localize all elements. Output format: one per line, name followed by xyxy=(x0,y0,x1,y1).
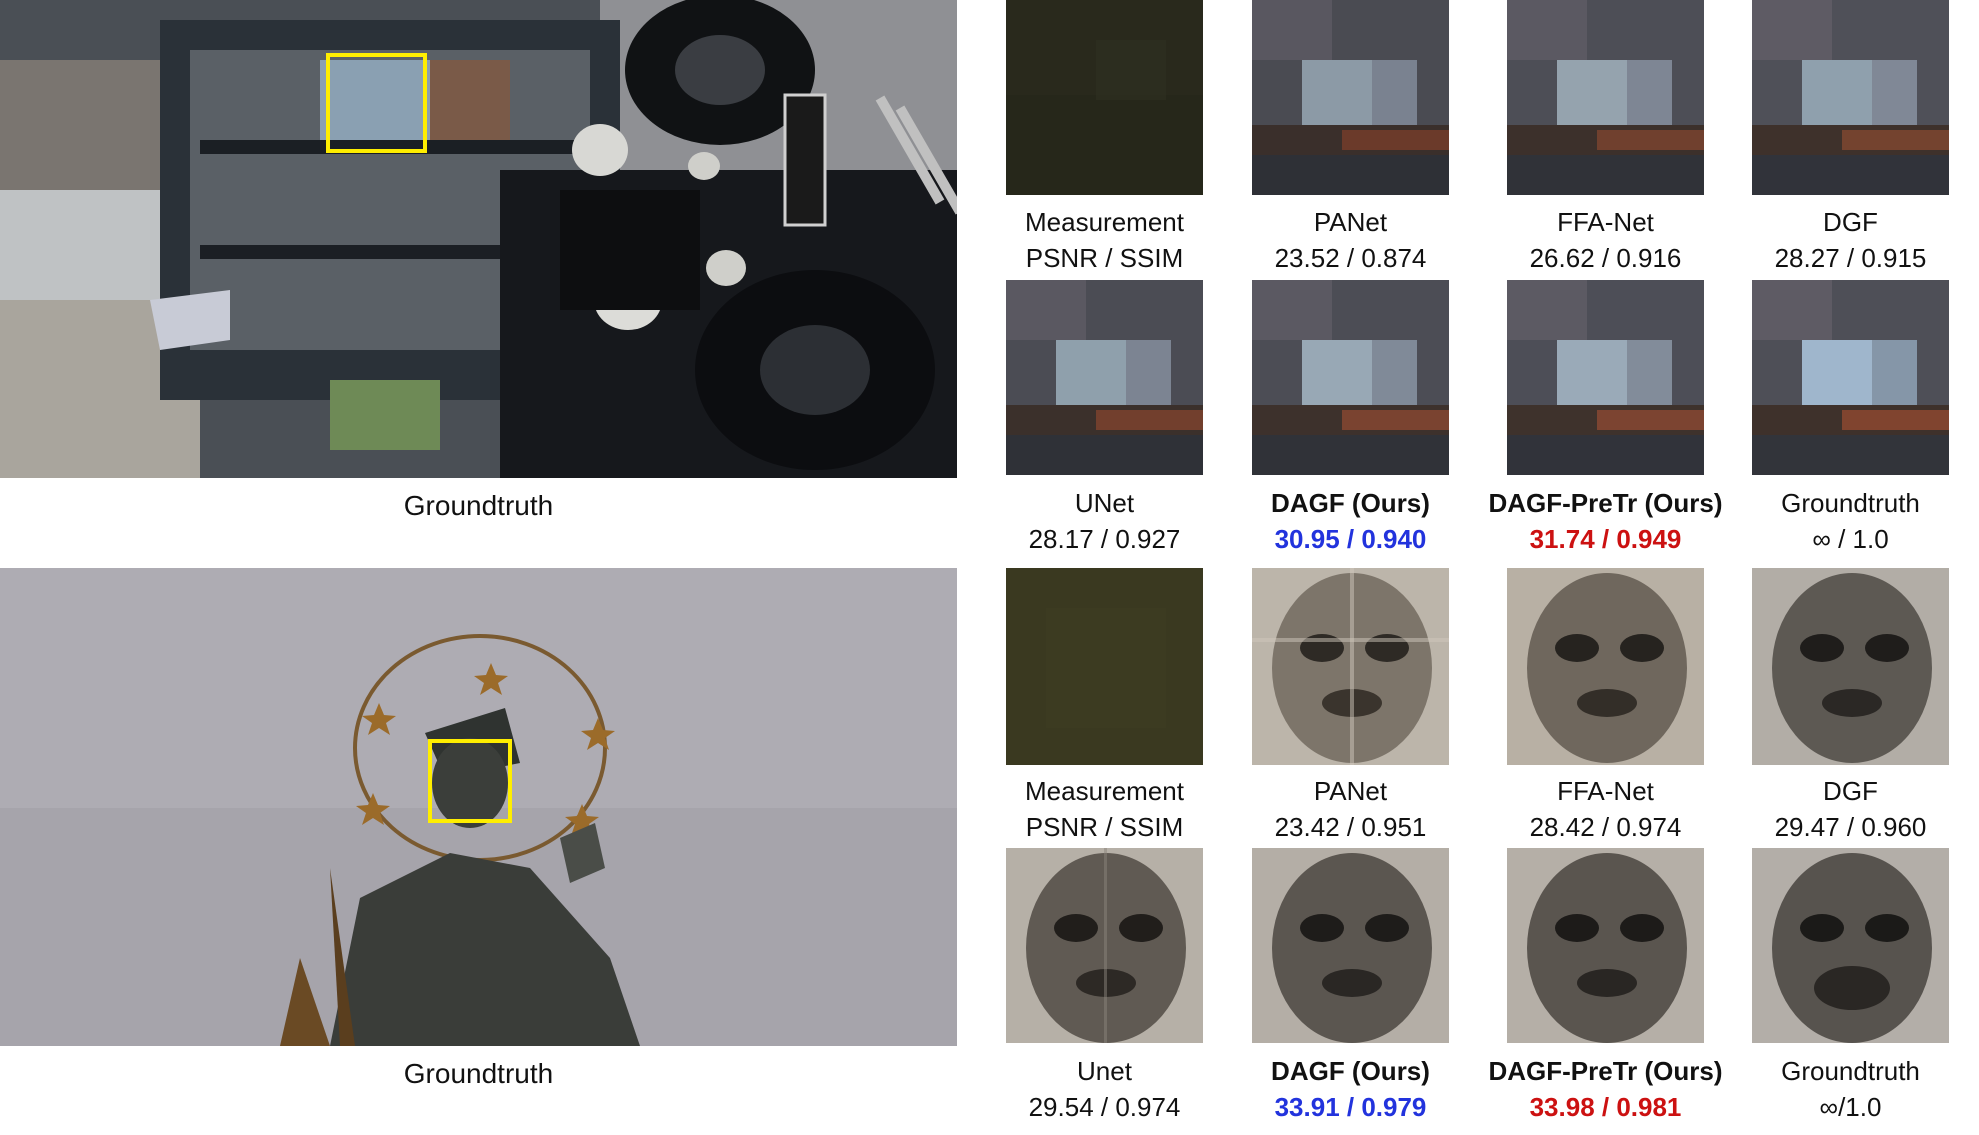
row2-dagf-image xyxy=(1252,848,1449,1043)
row2-panet-image xyxy=(1252,568,1449,765)
metric-value: 23.42 / 0.951 xyxy=(1274,812,1427,842)
method-name: DAGF (Ours) xyxy=(1271,1056,1430,1086)
row1-groundtruth-caption: Groundtruth xyxy=(403,490,554,521)
metric-value: 28.27 / 0.915 xyxy=(1774,243,1927,273)
row1-unet-caption: UNet 28.17 / 0.927 xyxy=(981,485,1228,557)
row2-dgf-caption: DGF 29.47 / 0.960 xyxy=(1727,773,1974,845)
metric-value: 28.17 / 0.927 xyxy=(1028,524,1181,554)
method-name: PANet xyxy=(1313,207,1388,237)
metric-value: 28.42 / 0.974 xyxy=(1529,812,1682,842)
metric-value: 23.52 / 0.874 xyxy=(1274,243,1427,273)
row2-ffa-net-image xyxy=(1507,568,1704,765)
street-scene-groundtruth-image xyxy=(0,0,957,478)
row1-measurement-image xyxy=(1006,0,1203,195)
row1-dagf-pretr-image xyxy=(1507,280,1704,475)
method-name: DGF xyxy=(1823,776,1878,806)
row2-dagf-caption: DAGF (Ours) 33.91 / 0.979 xyxy=(1227,1053,1474,1125)
row2-groundtruth-crop-image xyxy=(1752,848,1949,1043)
row1-dagf-caption: DAGF (Ours) 30.95 / 0.940 xyxy=(1227,485,1474,557)
row2-measurement-image xyxy=(1006,568,1203,765)
metric-value: ∞/1.0 xyxy=(1819,1092,1882,1122)
method-name: Groundtruth xyxy=(1781,488,1920,518)
metric-value: 29.54 / 0.974 xyxy=(1028,1092,1181,1122)
metric-value-best: 33.98 / 0.981 xyxy=(1529,1092,1682,1122)
method-name: DAGF-PreTr (Ours) xyxy=(1488,488,1723,518)
row1-dgf-caption: DGF 28.27 / 0.915 xyxy=(1727,204,1974,276)
row2-groundtruth-crop-caption: Groundtruth ∞/1.0 xyxy=(1727,1053,1974,1125)
row1-ffa-net-caption: FFA-Net 26.62 / 0.916 xyxy=(1482,204,1729,276)
row2-measurement-caption: Measurement PSNR / SSIM xyxy=(981,773,1228,845)
row2-unet-image xyxy=(1006,848,1203,1043)
row2-dagf-pretr-caption: DAGF-PreTr (Ours) 33.98 / 0.981 xyxy=(1482,1053,1729,1125)
method-name: Groundtruth xyxy=(1781,1056,1920,1086)
row2-panet-caption: PANet 23.42 / 0.951 xyxy=(1227,773,1474,845)
row1-groundtruth-crop-image xyxy=(1752,280,1949,475)
statue-scene-groundtruth-image xyxy=(0,568,957,1046)
method-name: Measurement xyxy=(1025,776,1184,806)
metric-value: PSNR / SSIM xyxy=(1025,812,1184,842)
row1-dagf-image xyxy=(1252,280,1449,475)
row1-panet-image xyxy=(1252,0,1449,195)
method-name: PANet xyxy=(1313,776,1388,806)
row1-dgf-image xyxy=(1752,0,1949,195)
method-name: FFA-Net xyxy=(1557,776,1654,806)
metric-value-second-best: 33.91 / 0.979 xyxy=(1274,1092,1427,1122)
row2-dagf-pretr-image xyxy=(1507,848,1704,1043)
metric-value: PSNR / SSIM xyxy=(1025,243,1184,273)
method-name: DAGF-PreTr (Ours) xyxy=(1488,1056,1723,1086)
row2-dgf-image xyxy=(1752,568,1949,765)
method-name: Unet xyxy=(1077,1056,1132,1086)
row1-panet-caption: PANet 23.52 / 0.874 xyxy=(1227,204,1474,276)
row2-unet-caption: Unet 29.54 / 0.974 xyxy=(981,1053,1228,1125)
metric-value-best: 31.74 / 0.949 xyxy=(1529,524,1682,554)
metric-value: 26.62 / 0.916 xyxy=(1529,243,1682,273)
method-name: Measurement xyxy=(1025,207,1184,237)
metric-value: 29.47 / 0.960 xyxy=(1774,812,1927,842)
row1-ffa-net-image xyxy=(1507,0,1704,195)
row2-ffa-net-caption: FFA-Net 28.42 / 0.974 xyxy=(1482,773,1729,845)
metric-value: ∞ / 1.0 xyxy=(1812,524,1889,554)
method-name: DAGF (Ours) xyxy=(1271,488,1430,518)
row1-measurement-caption: Measurement PSNR / SSIM xyxy=(981,204,1228,276)
method-name: FFA-Net xyxy=(1557,207,1654,237)
row1-unet-image xyxy=(1006,280,1203,475)
method-name: UNet xyxy=(1074,488,1135,518)
row1-dagf-pretr-caption: DAGF-PreTr (Ours) 31.74 / 0.949 xyxy=(1482,485,1729,557)
method-name: DGF xyxy=(1823,207,1878,237)
metric-value-second-best: 30.95 / 0.940 xyxy=(1274,524,1427,554)
row2-groundtruth-caption: Groundtruth xyxy=(403,1058,554,1089)
row1-groundtruth-crop-caption: Groundtruth ∞ / 1.0 xyxy=(1727,485,1974,557)
